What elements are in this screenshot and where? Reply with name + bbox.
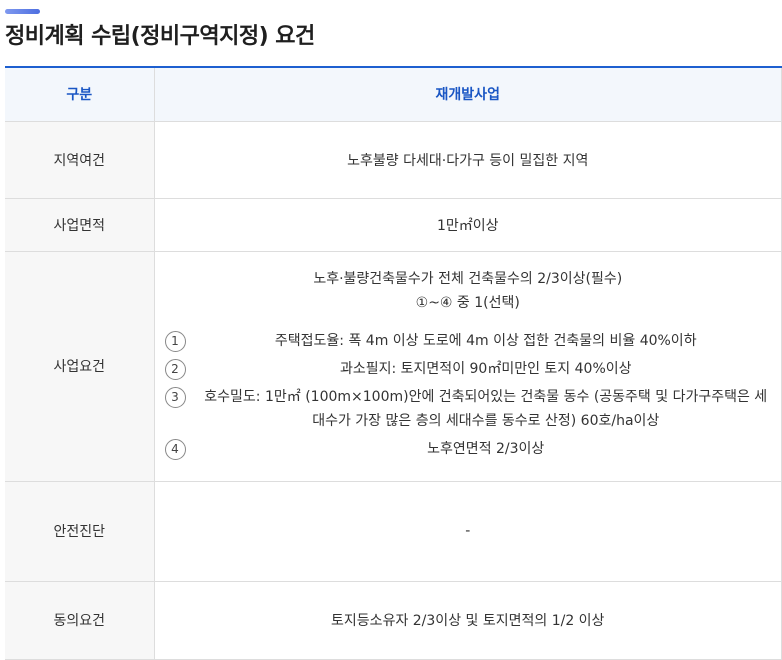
row-label-consent: 동의요건 (5, 581, 154, 660)
table-row: 사업요건 노후·불량건축물수가 전체 건축물수의 2/3이상(필수) ①~④ 중… (5, 251, 782, 482)
condition-list: 1 주택접도율: 폭 4m 이상 도로에 4m 이상 접한 건축물의 비율 40… (164, 329, 782, 461)
condition-optional-note: ①~④ 중 1(선택) (415, 294, 520, 311)
list-item: 4 노후연면적 2/3이상 (164, 437, 782, 461)
row-value-region: 노후불량 다세대·다가구 등이 밀집한 지역 (153, 121, 782, 199)
header-project: 재개발사업 (153, 66, 782, 122)
circled-number-icon: 4 (164, 438, 186, 460)
list-item: 1 주택접도율: 폭 4m 이상 도로에 4m 이상 접한 건축물의 비율 40… (164, 329, 782, 353)
condition-text: 노후연면적 2/3이상 (427, 440, 545, 457)
row-value-conditions: 노후·불량건축물수가 전체 건축물수의 2/3이상(필수) ①~④ 중 1(선택… (153, 251, 782, 482)
table-row: 사업면적 1만㎡이상 (5, 198, 782, 252)
table-row: 지역여건 노후불량 다세대·다가구 등이 밀집한 지역 (5, 121, 782, 199)
circled-number-icon: 3 (164, 386, 186, 408)
row-value-safety: - (153, 481, 782, 582)
table-row: 안전진단 - (5, 481, 782, 582)
condition-required: 노후·불량건축물수가 전체 건축물수의 2/3이상(필수) (313, 270, 623, 287)
title-accent-bar (5, 9, 40, 14)
condition-text: 주택접도율: 폭 4m 이상 도로에 4m 이상 접한 건축물의 비율 40%이… (274, 332, 697, 349)
list-item: 3 호수밀도: 1만㎡ (100m×100m)안에 건축되어있는 건축물 동수 … (164, 385, 782, 433)
circled-number-icon: 1 (164, 330, 186, 352)
table-header-row: 구분 재개발사업 (5, 66, 782, 122)
condition-text: 과소필지: 토지면적이 90㎡미만인 토지 40%이상 (339, 360, 632, 377)
page-title: 정비계획 수립(정비구역지정) 요건 (5, 24, 315, 49)
row-label-area: 사업면적 (5, 198, 154, 252)
table-row: 동의요건 토지등소유자 2/3이상 및 토지면적의 1/2 이상 (5, 581, 782, 660)
header-category: 구분 (5, 66, 154, 122)
row-label-region: 지역여건 (5, 121, 154, 199)
row-label-safety: 안전진단 (5, 481, 154, 582)
row-value-area: 1만㎡이상 (153, 198, 782, 252)
requirements-table: 구분 재개발사업 지역여건 노후불량 다세대·다가구 등이 밀집한 지역 사업면… (5, 66, 782, 660)
condition-text: 호수밀도: 1만㎡ (100m×100m)안에 건축되어있는 건축물 동수 (공… (204, 388, 768, 429)
row-value-consent: 토지등소유자 2/3이상 및 토지면적의 1/2 이상 (153, 581, 782, 660)
row-label-conditions: 사업요건 (5, 251, 154, 482)
list-item: 2 과소필지: 토지면적이 90㎡미만인 토지 40%이상 (164, 357, 782, 381)
circled-number-icon: 2 (164, 358, 186, 380)
